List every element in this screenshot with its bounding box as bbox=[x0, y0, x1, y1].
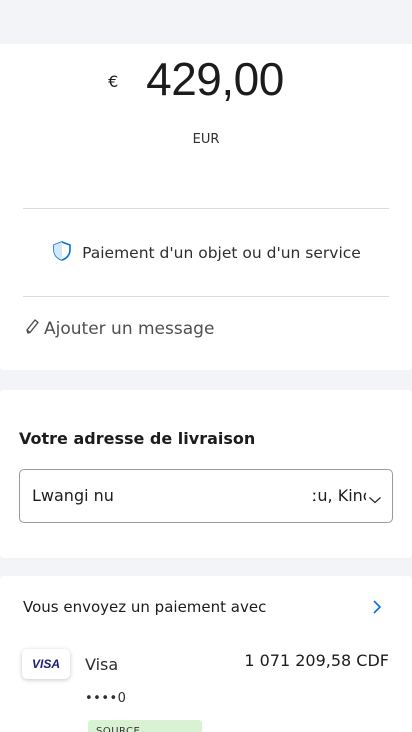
chevron-right-icon[interactable] bbox=[371, 599, 383, 619]
visa-card-icon: VISA bbox=[22, 649, 70, 679]
amount-display: € 429,00 bbox=[0, 52, 412, 106]
divider bbox=[23, 296, 389, 297]
add-message-button[interactable]: Ajouter un message bbox=[25, 318, 214, 340]
amount-value: 429,00 bbox=[146, 53, 284, 105]
payment-method-amount: 1 071 209,58 CDF bbox=[244, 651, 389, 670]
divider bbox=[23, 208, 389, 209]
top-background bbox=[0, 0, 412, 44]
shield-icon bbox=[51, 240, 73, 266]
add-message-label: Ajouter un message bbox=[44, 319, 215, 339]
shipping-address-title: Votre adresse de livraison bbox=[19, 429, 256, 448]
payment-method-name: Visa bbox=[85, 655, 119, 674]
payment-purpose[interactable]: Paiement d'un objet ou d'un service bbox=[0, 240, 412, 266]
address-text: Lwangi nu bbox=[32, 486, 114, 505]
currency-code: EUR bbox=[192, 132, 220, 147]
source-badge: SOURCE bbox=[88, 720, 202, 732]
currency-symbol: € bbox=[108, 72, 119, 91]
card-number-masked: ••••0 bbox=[85, 691, 127, 706]
chevron-down-icon bbox=[368, 490, 382, 509]
payment-purpose-label: Paiement d'un objet ou d'un service bbox=[82, 244, 361, 262]
shipping-address-select[interactable]: Lwangi nu ːu, Kinc bbox=[19, 469, 393, 523]
payment-heading: Vous envoyez un paiement avec bbox=[23, 598, 267, 616]
address-text-end: ːu, Kinc bbox=[312, 486, 366, 505]
pencil-icon bbox=[25, 318, 40, 340]
